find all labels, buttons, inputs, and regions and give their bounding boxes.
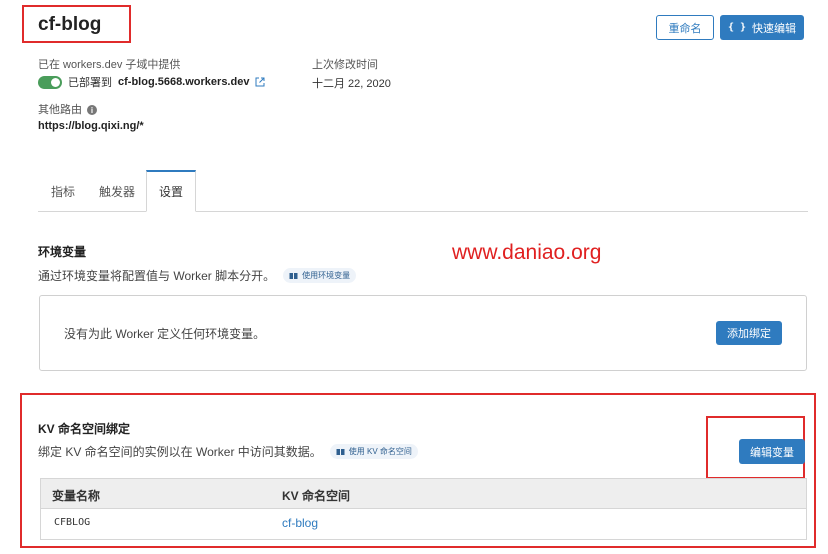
add-binding-label: 添加绑定	[727, 328, 771, 340]
other-routes-label-row: 其他路由 i	[38, 101, 97, 117]
variable-name-cell: CFBLOG	[54, 517, 91, 528]
workers-dev-label: 已在 workers.dev 子域中提供	[38, 59, 181, 71]
tab-settings[interactable]: 设置	[146, 170, 196, 212]
edit-variables-button[interactable]: 编辑变量	[739, 439, 805, 464]
column-header-variable: 变量名称	[52, 489, 101, 503]
add-binding-button[interactable]: 添加绑定	[716, 321, 782, 345]
env-section-title: 环境变量	[38, 245, 87, 259]
deploy-row: 已部署到 cf-blog.5668.workers.dev	[38, 74, 265, 90]
quick-edit-button[interactable]: { } 快速编辑	[720, 15, 804, 40]
info-icon[interactable]: i	[87, 105, 97, 116]
book-icon	[336, 448, 345, 455]
kv-doc-link[interactable]: 使用 KV 命名空间	[329, 444, 418, 459]
last-modified-label: 上次修改时间	[312, 59, 378, 71]
deployed-prefix: 已部署到	[68, 77, 112, 89]
other-routes-value: https://blog.qixi.ng/*	[38, 120, 144, 132]
other-routes-label: 其他路由	[38, 104, 82, 116]
workers-dev-toggle[interactable]	[38, 75, 62, 89]
column-header-namespace: KV 命名空间	[282, 489, 351, 503]
kv-doc-link-label: 使用 KV 命名空间	[348, 447, 412, 456]
env-doc-link-label: 使用环境变量	[302, 271, 351, 280]
last-modified-value: 十二月 22, 2020	[312, 78, 391, 90]
external-link-icon[interactable]	[255, 77, 265, 87]
code-braces-icon: { }	[727, 22, 747, 33]
env-section-desc-row: 通过环境变量将配置值与 Worker 脚本分开。 使用环境变量	[38, 267, 357, 284]
kv-section-title: KV 命名空间绑定	[38, 422, 131, 436]
page-title: cf-blog	[38, 14, 102, 35]
watermark: www.daniao.org	[452, 241, 602, 264]
tab-label: 指标	[50, 184, 75, 199]
kv-section-desc: 绑定 KV 命名空间的实例以在 Worker 中访问其数据。	[38, 445, 322, 459]
env-section-desc: 通过环境变量将配置值与 Worker 脚本分开。	[38, 269, 276, 283]
tab-metrics[interactable]: 指标	[38, 170, 88, 212]
tab-triggers[interactable]: 触发器	[88, 170, 146, 212]
table-header: 变量名称 KV 命名空间	[41, 479, 806, 509]
quick-edit-label: 快速编辑	[752, 22, 797, 35]
tab-label: 触发器	[98, 184, 135, 199]
rename-button[interactable]: 重命名	[656, 15, 714, 40]
workers-dev-url[interactable]: cf-blog.5668.workers.dev	[118, 76, 249, 88]
kv-section-desc-row: 绑定 KV 命名空间的实例以在 Worker 中访问其数据。 使用 KV 命名空…	[38, 443, 418, 460]
env-doc-link[interactable]: 使用环境变量	[283, 268, 357, 283]
book-icon	[289, 272, 298, 279]
rename-label: 重命名	[668, 22, 702, 35]
namespace-link[interactable]: cf-blog	[282, 516, 318, 530]
kv-bindings-table: 变量名称 KV 命名空间 CFBLOG cf-blog	[40, 478, 807, 540]
edit-variables-label: 编辑变量	[750, 446, 794, 459]
env-empty-text: 没有为此 Worker 定义任何环境变量。	[64, 327, 266, 341]
tab-label: 设置	[158, 185, 183, 199]
